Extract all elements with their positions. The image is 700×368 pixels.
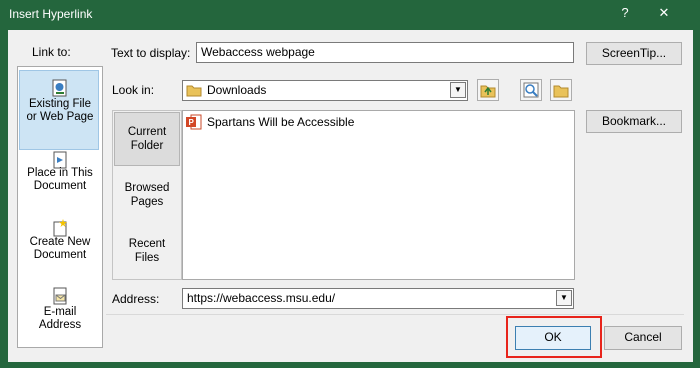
- address-label: Address:: [112, 292, 160, 306]
- svg-text:P: P: [189, 118, 195, 127]
- nav-existing-file[interactable]: Existing File or Web Page: [18, 67, 102, 141]
- file-name: Spartans Will be Accessible: [207, 115, 355, 129]
- separator: [106, 314, 684, 315]
- window-title: Insert Hyperlink: [9, 7, 93, 21]
- look-in-label: Look in:: [112, 83, 155, 97]
- browsed-pages-line1: Browsed: [124, 182, 170, 194]
- nav-email-line2: Address: [38, 319, 82, 331]
- folder-icon: [186, 85, 202, 97]
- browse-web-button[interactable]: [520, 79, 542, 101]
- browse-sections-panel: Current Folder Browsed Pages Recent File…: [112, 110, 182, 280]
- browse-web-icon: [523, 82, 539, 98]
- browsed-pages-tab[interactable]: Browsed Pages: [114, 171, 180, 221]
- title-bar: [0, 0, 700, 30]
- current-folder-line1: Current: [127, 126, 167, 138]
- current-folder-tab[interactable]: Current Folder: [114, 112, 180, 166]
- current-folder-line2: Folder: [130, 140, 164, 152]
- browse-file-icon: [553, 85, 569, 98]
- address-input[interactable]: https://webaccess.msu.edu/: [182, 288, 574, 309]
- nav-email-line1: E-mail: [43, 306, 77, 318]
- screentip-button[interactable]: ScreenTip...: [586, 42, 682, 65]
- nav-existing-file-line1: Existing File: [29, 98, 91, 110]
- look-in-dropdown[interactable]: Downloads: [182, 80, 468, 101]
- nav-place-line1: Place in This: [27, 167, 93, 179]
- link-to-panel: Existing File or Web Page Place in This …: [17, 66, 103, 348]
- nav-create-line1: Create New: [29, 236, 91, 248]
- email-address-icon: [53, 287, 67, 305]
- look-in-dropdown-arrow[interactable]: ▼: [450, 82, 466, 98]
- text-to-display-label: Text to display:: [111, 46, 191, 60]
- up-folder-icon: [480, 85, 496, 98]
- bookmark-button[interactable]: Bookmark...: [586, 110, 682, 133]
- new-document-icon: [53, 219, 67, 237]
- list-item[interactable]: P Spartans Will be Accessible: [185, 113, 385, 131]
- nav-place-in-document[interactable]: Place in This Document: [18, 143, 102, 209]
- up-folder-button[interactable]: [477, 79, 499, 101]
- link-to-label: Link to:: [32, 45, 71, 59]
- browse-file-button[interactable]: [550, 79, 572, 101]
- nav-create-line2: Document: [33, 249, 87, 261]
- ok-button[interactable]: OK: [515, 326, 591, 350]
- close-button[interactable]: ✕: [645, 2, 683, 24]
- nav-create-new-document[interactable]: Create New Document: [18, 211, 102, 277]
- nav-email-address[interactable]: E-mail Address: [18, 279, 102, 345]
- nav-existing-file-line2: or Web Page: [26, 111, 94, 123]
- text-to-display-input[interactable]: Webaccess webpage: [196, 42, 574, 63]
- help-button[interactable]: ?: [606, 2, 644, 24]
- address-dropdown-arrow[interactable]: ▼: [556, 290, 572, 306]
- look-in-value: Downloads: [207, 83, 267, 97]
- recent-files-tab[interactable]: Recent Files: [114, 227, 180, 277]
- recent-files-line1: Recent: [128, 238, 166, 250]
- existing-file-icon: [52, 79, 67, 97]
- nav-place-line2: Document: [33, 180, 87, 192]
- cancel-button[interactable]: Cancel: [604, 326, 682, 350]
- powerpoint-file-icon: P: [186, 114, 202, 130]
- recent-files-line2: Files: [134, 252, 160, 264]
- browsed-pages-line2: Pages: [130, 196, 164, 208]
- file-list[interactable]: P Spartans Will be Accessible: [182, 110, 575, 280]
